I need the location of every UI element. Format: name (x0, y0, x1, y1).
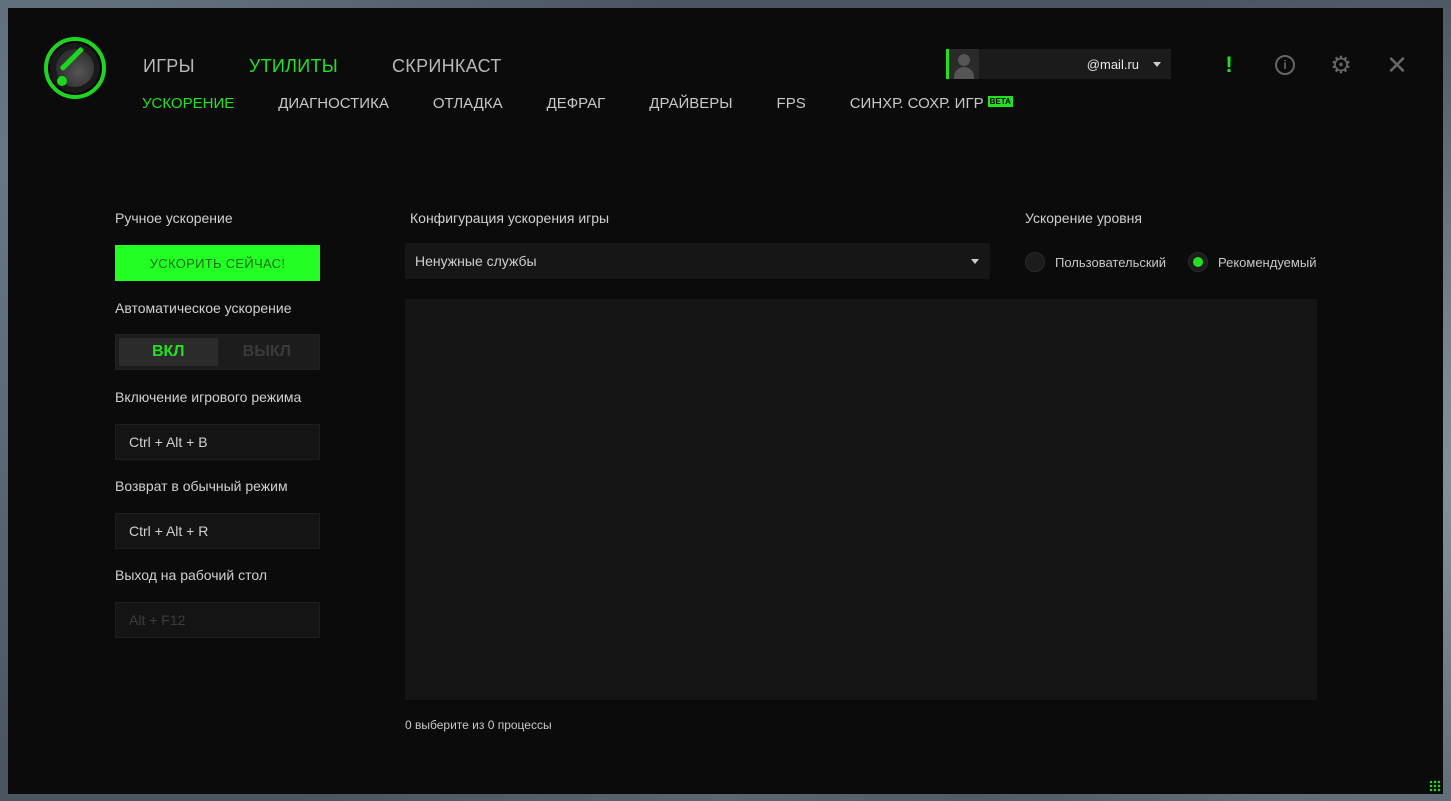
radio-custom-label: Пользовательский (1055, 254, 1167, 270)
desktop-label: Выход на рабочий стол (115, 567, 267, 583)
game-mode-hotkey-field[interactable]: Ctrl + Alt + B (115, 424, 320, 460)
subtab-defrag-label: ДЕФРАГ (546, 95, 606, 112)
chevron-down-icon (971, 259, 979, 264)
cortex-logo-icon (44, 37, 106, 99)
boost-level-label: Ускорение уровня (1025, 210, 1142, 226)
config-dropdown[interactable]: Ненужные службы (405, 243, 990, 279)
process-count-status: 0 выберите из 0 процессы (405, 718, 552, 732)
subtab-drivers-label: ДРАЙВЕРЫ (649, 95, 733, 112)
alert-icon[interactable]: ! (1218, 52, 1240, 77)
resize-grip-icon[interactable] (1429, 780, 1441, 792)
auto-boost-toggle: ВКЛ ВЫКЛ (115, 334, 320, 370)
toggle-off-option[interactable]: ВЫКЛ (218, 338, 317, 366)
account-email: @mail.ru (1086, 56, 1139, 72)
avatar (949, 49, 979, 79)
app-window: ИГРЫ УТИЛИТЫ СКРИНКАСТ УСКОРЕНИЕ ДИАГНОС… (8, 8, 1443, 794)
toggle-on-option[interactable]: ВКЛ (119, 338, 218, 366)
config-label: Конфигурация ускорения игры (410, 210, 610, 226)
main-nav: ИГРЫ УТИЛИТЫ СКРИНКАСТ (143, 56, 502, 77)
chevron-down-icon (1153, 61, 1161, 67)
subtab-debug-label: ОТЛАДКА (432, 95, 503, 112)
radio-custom[interactable]: Пользовательский (1025, 252, 1166, 272)
close-icon[interactable]: ✕ (1386, 50, 1408, 80)
game-mode-label: Включение игрового режима (115, 389, 302, 405)
subtab-boost[interactable]: УСКОРЕНИЕ (142, 95, 234, 112)
subtab-fps-label: FPS (776, 95, 806, 112)
subtab-save-sync[interactable]: СИНХР. СОХР. ИГР BETA (850, 95, 1013, 112)
info-icon: i (1275, 55, 1295, 75)
normal-mode-hotkey-field[interactable]: Ctrl + Alt + R (115, 513, 320, 549)
subtab-diagnostics[interactable]: ДИАГНОСТИКА (278, 95, 389, 112)
info-button[interactable]: i (1274, 54, 1296, 76)
normal-mode-label: Возврат в обычный режим (115, 478, 288, 494)
subtab-drivers[interactable]: ДРАЙВЕРЫ (649, 95, 732, 112)
boost-now-button[interactable]: УСКОРИТЬ СЕЙЧАС! (115, 245, 320, 281)
process-list[interactable] (405, 299, 1317, 700)
tab-games[interactable]: ИГРЫ (143, 56, 195, 77)
radio-recommended-dot (1188, 252, 1208, 272)
radio-recommended-label: Рекомендуемый (1218, 254, 1317, 270)
subtab-debug[interactable]: ОТЛАДКА (433, 95, 503, 112)
subtab-fps[interactable]: FPS (777, 95, 806, 112)
subtab-save-sync-label: СИНХР. СОХР. ИГР (849, 95, 984, 112)
desktop-hotkey-field[interactable]: Alt + F12 (115, 602, 320, 638)
account-selector[interactable]: @mail.ru (946, 49, 1171, 79)
radio-custom-dot (1025, 252, 1045, 272)
radio-recommended[interactable]: Рекомендуемый (1188, 252, 1316, 272)
subtab-defrag[interactable]: ДЕФРАГ (547, 95, 606, 112)
subtab-boost-label: УСКОРЕНИЕ (142, 95, 235, 112)
beta-badge: BETA (987, 96, 1013, 107)
sub-nav: УСКОРЕНИЕ ДИАГНОСТИКА ОТЛАДКА ДЕФРАГ ДРА… (142, 95, 1013, 112)
auto-boost-label: Автоматическое ускорение (115, 300, 292, 316)
subtab-diagnostics-label: ДИАГНОСТИКА (278, 95, 389, 112)
manual-boost-label: Ручное ускорение (115, 210, 233, 226)
config-selected-value: Ненужные службы (415, 253, 537, 269)
tab-screencast[interactable]: СКРИНКАСТ (392, 56, 502, 77)
gear-icon[interactable]: ⚙ (1330, 52, 1352, 79)
tab-utilities[interactable]: УТИЛИТЫ (249, 56, 338, 77)
